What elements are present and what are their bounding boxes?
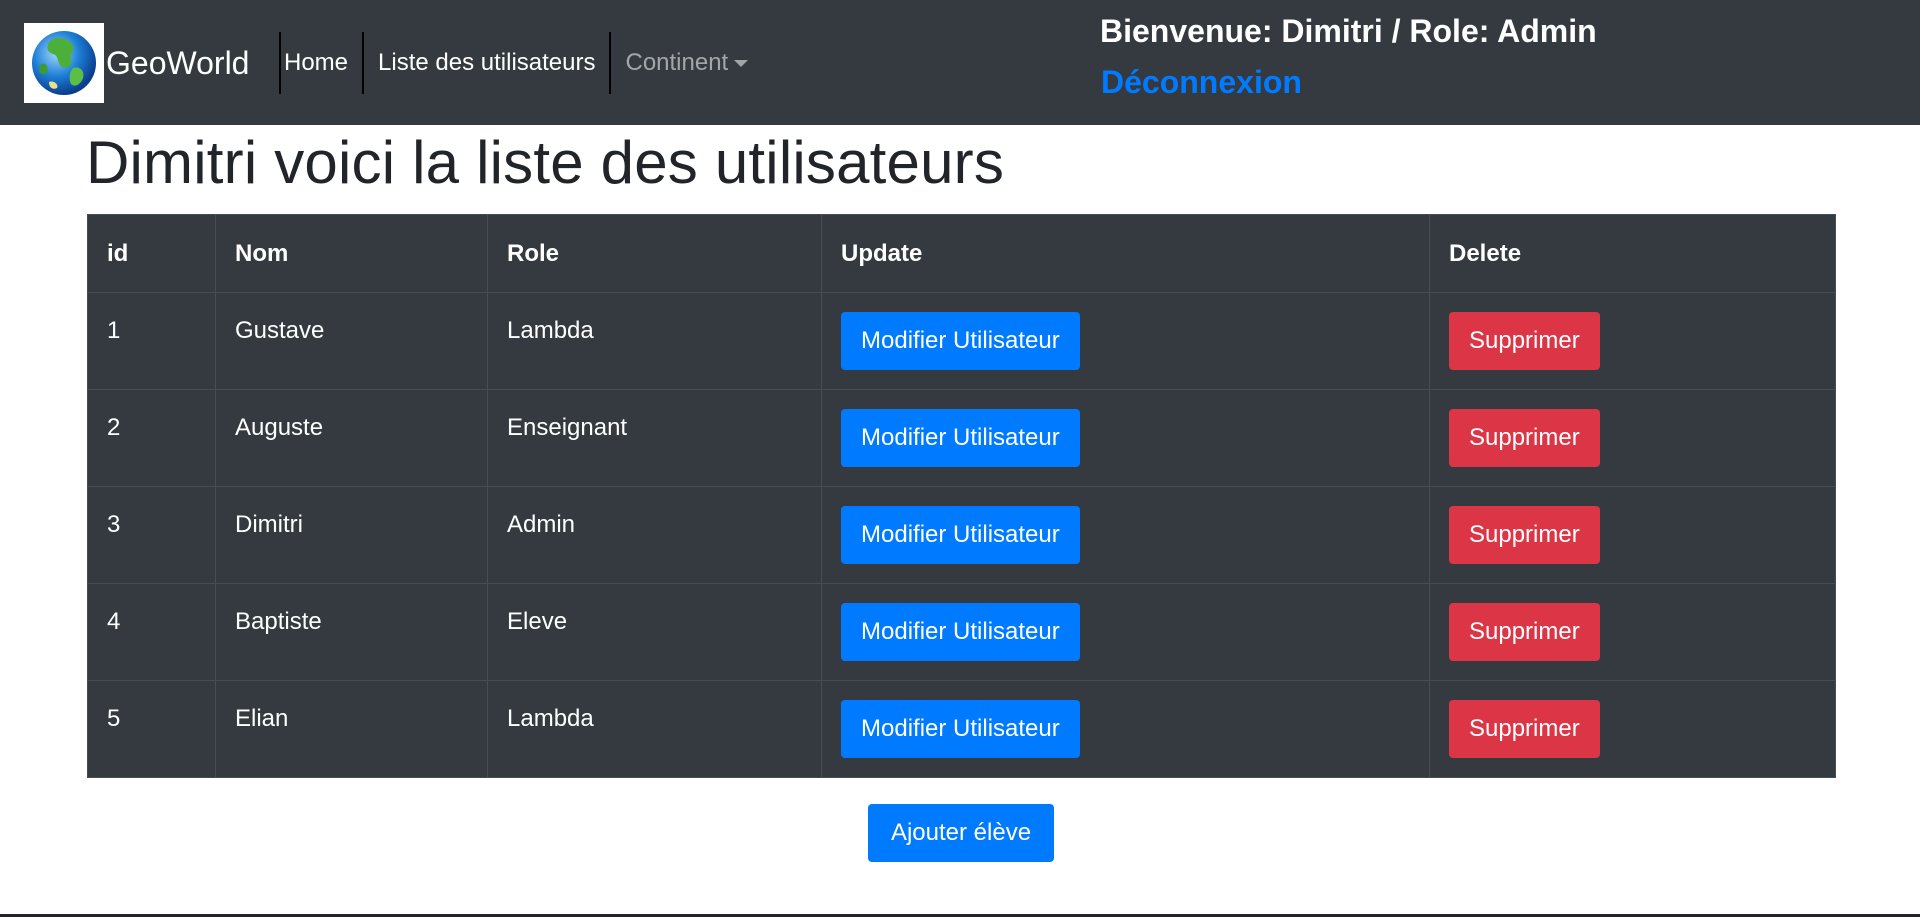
page-title: Dimitri voici la liste des utilisateurs [86, 129, 1005, 196]
modify-user-button[interactable]: Modifier Utilisateur [841, 506, 1080, 564]
table-row: 5 Elian Lambda Modifier Utilisateur Supp… [87, 680, 1836, 778]
header-role: Role [487, 214, 822, 293]
cell-nom: Dimitri [215, 486, 488, 584]
table-row: 3 Dimitri Admin Modifier Utilisateur Sup… [87, 486, 1836, 584]
cell-nom: Gustave [215, 292, 488, 390]
nav-dropdown-label: Continent [625, 49, 729, 76]
table-header-row: id Nom Role Update Delete [87, 214, 1836, 293]
cell-id: 4 [87, 583, 216, 681]
header-delete: Delete [1429, 214, 1836, 293]
cell-id: 3 [87, 486, 216, 584]
cell-update: Modifier Utilisateur [821, 680, 1430, 778]
delete-user-button[interactable]: Supprimer [1449, 506, 1600, 564]
table-row: 2 Auguste Enseignant Modifier Utilisateu… [87, 389, 1836, 487]
users-table: id Nom Role Update Delete 1 Gustave Lamb… [87, 214, 1836, 778]
delete-user-button[interactable]: Supprimer [1449, 603, 1600, 661]
table-row: 4 Baptiste Eleve Modifier Utilisateur Su… [87, 583, 1836, 681]
modify-user-button[interactable]: Modifier Utilisateur [841, 312, 1080, 370]
cell-delete: Supprimer [1429, 680, 1836, 778]
add-student-button[interactable]: Ajouter élève [868, 804, 1054, 862]
nav-link-home[interactable]: Home [270, 32, 365, 94]
cell-id: 2 [87, 389, 216, 487]
cell-id: 1 [87, 292, 216, 390]
navbar: GeoWorld Home Liste des utilisateurs Con… [0, 0, 1920, 125]
cell-role: Enseignant [487, 389, 822, 487]
cell-update: Modifier Utilisateur [821, 292, 1430, 390]
nav-dropdown-continent[interactable]: Continent [611, 32, 762, 94]
header-nom: Nom [215, 214, 488, 293]
nav-links: Home Liste des utilisateurs Continent [270, 32, 762, 94]
cell-update: Modifier Utilisateur [821, 583, 1430, 681]
modify-user-button[interactable]: Modifier Utilisateur [841, 409, 1080, 467]
welcome-text: Bienvenue: Dimitri / Role: Admin [1100, 13, 1597, 49]
cell-role: Eleve [487, 583, 822, 681]
header-update: Update [821, 214, 1430, 293]
cell-role: Lambda [487, 680, 822, 778]
nav-link-users[interactable]: Liste des utilisateurs [364, 32, 612, 94]
brand-link[interactable]: GeoWorld [24, 23, 282, 103]
cell-delete: Supprimer [1429, 389, 1836, 487]
cell-delete: Supprimer [1429, 486, 1836, 584]
cell-update: Modifier Utilisateur [821, 389, 1430, 487]
brand-name: GeoWorld [106, 32, 282, 94]
header-id: id [87, 214, 216, 293]
modify-user-button[interactable]: Modifier Utilisateur [841, 603, 1080, 661]
cell-role: Admin [487, 486, 822, 584]
cell-nom: Auguste [215, 389, 488, 487]
modify-user-button[interactable]: Modifier Utilisateur [841, 700, 1080, 758]
delete-user-button[interactable]: Supprimer [1449, 700, 1600, 758]
logout-link[interactable]: Déconnexion [1101, 64, 1302, 101]
caret-down-icon [734, 59, 749, 67]
table-row: 1 Gustave Lambda Modifier Utilisateur Su… [87, 292, 1836, 390]
cell-delete: Supprimer [1429, 292, 1836, 390]
delete-user-button[interactable]: Supprimer [1449, 409, 1600, 467]
cell-nom: Baptiste [215, 583, 488, 681]
cell-id: 5 [87, 680, 216, 778]
cell-nom: Elian [215, 680, 488, 778]
cell-update: Modifier Utilisateur [821, 486, 1430, 584]
delete-user-button[interactable]: Supprimer [1449, 312, 1600, 370]
globe-icon [24, 23, 104, 103]
cell-role: Lambda [487, 292, 822, 390]
cell-delete: Supprimer [1429, 583, 1836, 681]
